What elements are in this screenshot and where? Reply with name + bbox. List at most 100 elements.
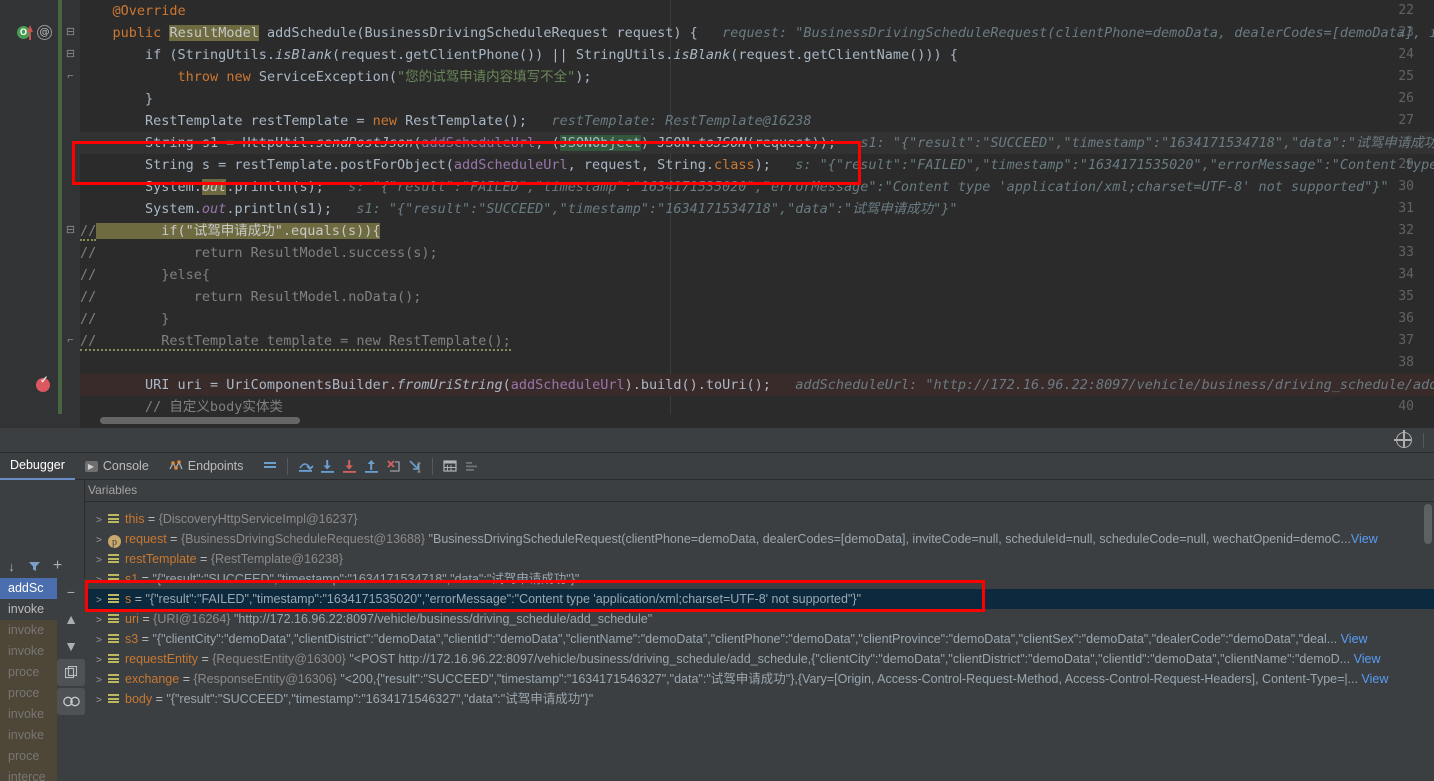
view-link[interactable]: View	[1337, 632, 1368, 646]
frames-side-toolbar[interactable]: − ▲ ▼	[57, 578, 85, 781]
expand-chevron-icon[interactable]: >	[96, 671, 108, 689]
expand-chevron-icon[interactable]: >	[96, 631, 108, 649]
code-line[interactable]: }	[80, 88, 1434, 110]
code-line[interactable]: String s1 = HttpUtil.sendPostJson(addSch…	[80, 132, 1434, 154]
divider	[1423, 433, 1424, 448]
variable-row[interactable]: > this = {DiscoveryHttpServiceImpl@16237}	[86, 509, 1434, 529]
variable-name: requestEntity	[125, 652, 198, 666]
tab-endpoints[interactable]: Endpoints	[159, 453, 254, 480]
variable-row[interactable]: > restTemplate = {RestTemplate@16238}	[86, 549, 1434, 569]
variable-row[interactable]: > exchange = {ResponseEntity@16306} "<200…	[86, 669, 1434, 689]
fold-marker[interactable]: ⊟	[64, 225, 77, 238]
code-text-area[interactable]: @Override public ResultModel addSchedule…	[80, 0, 1434, 428]
variable-row[interactable]: > s1 = "{"result":"SUCCEED","timestamp":"…	[86, 569, 1434, 589]
variable-row[interactable]: > uri = {URI@16264} "http://172.16.96.22:…	[86, 609, 1434, 629]
code-line[interactable]: // return ResultModel.noData();	[80, 286, 1434, 308]
code-line[interactable]: // }	[80, 308, 1434, 330]
expand-chevron-icon[interactable]: >	[96, 691, 108, 709]
code-line[interactable]: @Override	[80, 0, 1434, 22]
variable-row[interactable]: > p request = {BusinessDrivingScheduleRequ…	[86, 529, 1434, 549]
frames-panel[interactable]: ↓ + addSc invoke invoke invoke proce pro…	[0, 480, 85, 781]
code-line[interactable]: throw new ServiceException("您的试驾申请内容填写不全…	[80, 66, 1434, 88]
tab-debugger-label: Debugger	[10, 458, 65, 472]
code-editor[interactable]: O @ ⊟ ⊟ ⌐ ⊟ ⌐ 22 23 24 25 26 27 28 29 30…	[0, 0, 1434, 428]
editor-horizontal-scrollbar[interactable]	[100, 417, 300, 424]
expand-chevron-icon[interactable]: >	[96, 531, 108, 549]
tab-variables[interactable]: Variables	[80, 480, 145, 501]
code-line[interactable]: // RestTemplate template = new RestTempl…	[80, 330, 1434, 352]
debugger-tabbar[interactable]: Debugger ▶ Console Endpoints	[0, 453, 1434, 480]
expand-chevron-icon[interactable]: >	[96, 571, 108, 589]
code-line[interactable]: // return ResultModel.success(s);	[80, 242, 1434, 264]
remove-icon[interactable]: −	[57, 578, 85, 605]
code-line[interactable]: String s = restTemplate.postForObject(ad…	[80, 154, 1434, 176]
console-icon: ▶	[84, 460, 98, 472]
move-up-icon[interactable]: ▲	[57, 605, 85, 632]
view-link[interactable]: View	[1351, 532, 1378, 546]
debug-subtabs[interactable]: Fr ▾ Variables	[0, 480, 1434, 502]
inline-hint: s1: "{"result":"SUCCEED","timestamp":"16…	[356, 201, 958, 217]
code-fragment: .println(s1);	[226, 201, 332, 217]
expand-chevron-icon[interactable]: >	[96, 611, 108, 629]
code-line[interactable]: System.out.println(s1); s1: "{"result":"…	[80, 198, 1434, 220]
show-execution-point-icon[interactable]	[259, 453, 281, 480]
variable-row-selected[interactable]: > s = "{"result":"FAILED","timestamp":"16…	[86, 589, 1434, 609]
code-fragment: (request.getClientPhone()) || StringUtil…	[331, 47, 674, 63]
expand-chevron-icon[interactable]: >	[96, 651, 108, 669]
code-line[interactable]: // 自定义body实体类	[80, 396, 1434, 418]
fold-marker[interactable]: ⌐	[64, 335, 77, 348]
code-line[interactable]	[80, 352, 1434, 374]
variable-row[interactable]: > body = "{"result":"SUCCEED","timestamp"…	[86, 689, 1434, 709]
tab-console[interactable]: ▶ Console	[75, 453, 159, 480]
view-link[interactable]: View	[1350, 652, 1381, 666]
field-icon	[108, 514, 121, 524]
variables-panel[interactable]: > this = {DiscoveryHttpServiceImpl@16237}…	[86, 502, 1434, 781]
fold-marker[interactable]: ⌐	[64, 71, 77, 84]
code-line-execution-point[interactable]: URI uri = UriComponentsBuilder.fromUriSt…	[80, 374, 1434, 396]
fold-marker[interactable]: ⊟	[64, 49, 77, 62]
force-step-into-icon[interactable]	[338, 453, 360, 480]
step-over-icon[interactable]	[294, 453, 316, 480]
fold-marker[interactable]: ⊟	[64, 27, 77, 40]
code-line[interactable]: if (StringUtils.isBlank(request.getClien…	[80, 44, 1434, 66]
code-line[interactable]: System.out.println(s); s: "{"result":"FA…	[80, 176, 1434, 198]
sort-descending-icon[interactable]: ↓	[0, 555, 23, 577]
annotation-at-icon[interactable]: @	[37, 25, 52, 40]
code-line[interactable]: // }else{	[80, 264, 1434, 286]
variable-row[interactable]: > requestEntity = {RequestEntity@16300} "…	[86, 649, 1434, 669]
comment-line: // }else{	[80, 267, 211, 283]
filter-icon[interactable]	[23, 555, 46, 577]
copy-icon[interactable]	[57, 659, 85, 686]
expand-chevron-icon[interactable]: >	[96, 511, 108, 529]
code-line[interactable]: public ResultModel addSchedule(BusinessD…	[80, 22, 1434, 44]
drop-frame-icon[interactable]	[382, 453, 404, 480]
type-resultmodel: ResultModel	[169, 25, 259, 41]
step-into-icon[interactable]	[316, 453, 338, 480]
kw-new: new	[226, 69, 251, 85]
tab-debugger[interactable]: Debugger	[0, 453, 75, 480]
add-icon[interactable]: +	[46, 555, 69, 577]
variable-value: "{"clientCity":"demoData","clientDistric…	[152, 632, 1338, 646]
frames-toolbar[interactable]: ↓ +	[0, 554, 85, 578]
step-out-icon[interactable]	[360, 453, 382, 480]
run-to-cursor-icon[interactable]	[404, 453, 426, 480]
expand-chevron-icon[interactable]: >	[96, 551, 108, 569]
field-out: out	[201, 179, 227, 195]
code-line[interactable]: // if("试驾申请成功".equals(s)){	[80, 220, 1434, 242]
evaluate-expression-icon[interactable]	[439, 453, 461, 480]
move-down-icon[interactable]: ▼	[57, 632, 85, 659]
variable-name: s1	[125, 572, 139, 586]
code-fragment: , request, String.	[567, 157, 714, 173]
variables-scrollbar[interactable]	[1424, 504, 1432, 544]
watches-icon[interactable]	[57, 688, 85, 715]
variable-row[interactable]: > s3 = "{"clientCity":"demoData","clientD…	[86, 629, 1434, 649]
crosshair-icon[interactable]	[1394, 430, 1412, 448]
breakpoint-icon[interactable]	[36, 375, 50, 392]
view-link[interactable]: View	[1358, 672, 1389, 686]
expand-chevron-icon[interactable]: >	[96, 591, 108, 609]
variable-value: "{"result":"SUCCEED","timestamp":"163417…	[166, 692, 594, 706]
code-folding-column[interactable]	[62, 0, 80, 428]
code-line[interactable]: RestTemplate restTemplate = new RestTemp…	[80, 110, 1434, 132]
layout-settings-icon[interactable]	[461, 453, 483, 480]
code-fragment: );	[575, 69, 592, 85]
